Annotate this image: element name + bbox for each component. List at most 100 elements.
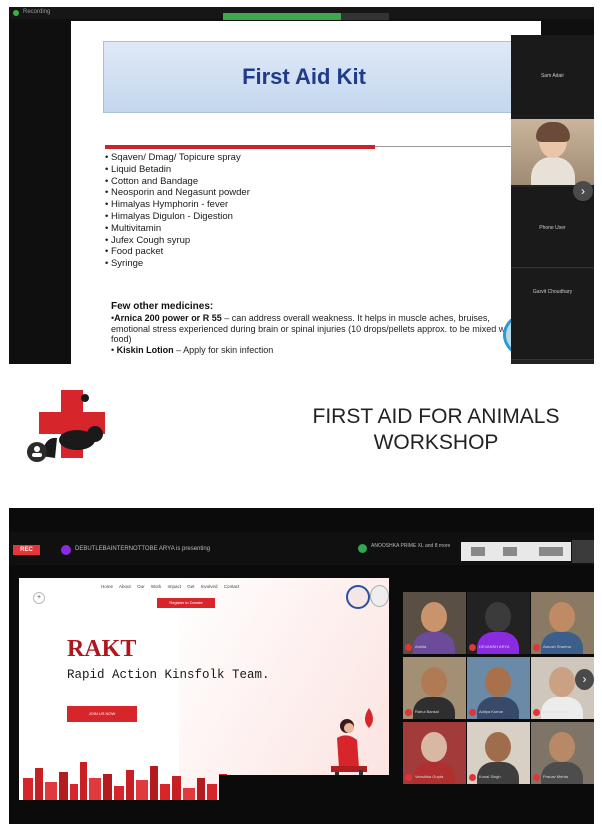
participant-tile[interactable]: Pranav Mehta (531, 722, 594, 784)
participant-tile[interactable]: Vanshika Gupta (403, 722, 466, 784)
participant-gallery: Ankita DEVANSH ARYA Aarush Sharma Rahul Ban… (403, 592, 594, 788)
participant-body (413, 697, 455, 719)
participant-name: Ishaan Verma (543, 709, 568, 714)
nav-link-get-involved[interactable]: Get Involved (187, 584, 217, 589)
participant-body (477, 697, 519, 719)
participant-face (485, 667, 511, 697)
participant-name: Vanshika Gupta (415, 774, 444, 779)
participant-tile[interactable]: DEVANSH ARYA (467, 592, 530, 654)
muted-mic-icon (469, 709, 476, 716)
shared-website: + Home About Our Work Impact Get Involve… (19, 578, 389, 800)
banner-title: FIRST AID FOR ANIMALS WORKSHOP (271, 404, 594, 456)
layout-icon[interactable] (471, 547, 485, 556)
nav-link-our-work[interactable]: Our Work (137, 584, 161, 589)
muted-mic-icon (405, 774, 412, 781)
nav-link-home[interactable]: Home (101, 584, 113, 589)
muted-mic-icon (533, 774, 540, 781)
participant-tile[interactable]: Garvit Choudhary (511, 269, 594, 360)
participant-name: Aarush Sharma (543, 644, 571, 649)
site-tagline: Rapid Action Kinsfolk Team. (67, 668, 270, 682)
recording-label: Recording (23, 9, 51, 15)
participant-body (477, 762, 519, 784)
participant-tile[interactable]: Ankita (403, 592, 466, 654)
first-aid-items-list: Sqaven/ Dmag/ Topicure spray Liquid Beta… (105, 152, 525, 270)
participant-video-tile[interactable] (511, 119, 594, 185)
partner-badge-icon (346, 585, 370, 609)
muted-mic-icon (405, 709, 412, 716)
view-options-icon[interactable] (539, 547, 563, 556)
medicine-description: – Apply for skin infection (173, 344, 274, 355)
nav-link-contact[interactable]: Contact (224, 584, 240, 589)
muted-mic-icon (533, 709, 540, 716)
muted-mic-icon (469, 644, 476, 651)
register-donate-button[interactable]: Register to Donate (157, 598, 215, 608)
participant-face (421, 732, 447, 762)
participant-face (549, 602, 575, 632)
list-item: Sqaven/ Dmag/ Topicure spray (105, 152, 525, 164)
workshop-banner: FIRST AID FOR ANIMALS WORKSHOP (9, 364, 594, 487)
screen-share-banner (223, 13, 341, 20)
view-toolbar (461, 542, 571, 561)
participant-face (421, 667, 447, 697)
slide-title: First Aid Kit (242, 64, 366, 89)
participant-face (549, 667, 575, 697)
medicine-name: Kiskin Lotion (116, 344, 174, 355)
participant-face (485, 602, 511, 632)
list-item: Jufex Cough syrup (105, 235, 525, 247)
occluding-black-block (219, 775, 389, 800)
participant-tile[interactable]: Sam Adair (511, 35, 594, 120)
participant-tile[interactable]: Aditya Kumar (467, 657, 530, 719)
participant-name: Rahul Bansal (415, 709, 439, 714)
participant-tile[interactable]: Kunal Singh (467, 722, 530, 784)
join-us-button[interactable]: JOIN US NOW (67, 706, 137, 722)
list-item: Multivitamin (105, 223, 525, 235)
participant-name: Kunal Singh (479, 774, 501, 779)
participant-name: Pranav Mehta (543, 774, 568, 779)
presentation-slide: First Aid Kit Sqaven/ Dmag/ Topicure spr… (71, 21, 541, 365)
participant-tile[interactable]: Aarush Sharma (531, 592, 594, 654)
medicine-name: Arnica 200 power or R 55 (114, 313, 222, 323)
participant-name: Aditya Kumar (479, 709, 504, 714)
next-page-chevron-icon[interactable]: › (575, 669, 594, 690)
muted-mic-icon (469, 774, 476, 781)
participant-face (549, 732, 575, 762)
participant-body (541, 632, 583, 654)
participant-name: Garvit Choudhary (532, 289, 573, 295)
list-item: Himalyas Hymphorin - fever (105, 199, 525, 211)
partner-seal-icon (370, 585, 389, 607)
participants-panel: Sam Adair Phone User Garvit Choudhary › (511, 35, 594, 365)
self-view-video[interactable] (572, 540, 594, 563)
list-item: Liquid Betadin (105, 164, 525, 176)
city-skyline-icon (23, 762, 227, 800)
list-item: Syringe (105, 258, 525, 270)
host-avatar-icon (358, 544, 367, 553)
recording-badge: REC (13, 545, 40, 555)
participant-name: Phone User (539, 225, 566, 231)
stop-share-button[interactable] (341, 13, 389, 20)
next-page-chevron-icon[interactable]: › (573, 181, 593, 201)
participant-name: DEVANSH ARYA (479, 644, 510, 649)
muted-mic-icon (405, 644, 412, 651)
slide-divider-red (105, 145, 375, 149)
site-navigation: Home About Our Work Impact Get Involved … (101, 584, 239, 589)
pin-icon[interactable] (503, 547, 517, 556)
list-item: Cotton and Bandage (105, 176, 525, 188)
medicine-entry: •Arnica 200 power or R 55 – can address … (111, 313, 515, 345)
host-status: ANOOSHKA PRIME XL and 8 more (371, 543, 451, 549)
participant-body (413, 762, 455, 784)
banner-title-line2: WORKSHOP (373, 431, 499, 454)
zoom-screenshot-bottom: REC DEBUTLEBAINTERNOTTOBE ARYA is presen… (9, 508, 594, 824)
participant-face (485, 732, 511, 762)
medicine-entry: • Kiskin Lotion – Apply for skin infecti… (111, 344, 274, 355)
other-medicines-text: •Arnica 200 power or R 55 – can address … (111, 313, 531, 355)
nav-link-about[interactable]: About (119, 584, 131, 589)
participant-name: Ankita (415, 644, 427, 649)
participant-body (531, 157, 575, 185)
participant-face (421, 602, 447, 632)
site-brand-title: RAKT (67, 636, 137, 662)
list-item: Neosporin and Negasunt powder (105, 187, 525, 199)
site-add-icon[interactable]: + (33, 592, 45, 604)
presenting-status: DEBUTLEBAINTERNOTTOBE ARYA is presenting (75, 546, 211, 552)
nav-link-impact[interactable]: Impact (168, 584, 182, 589)
participant-tile[interactable]: Rahul Bansal (403, 657, 466, 719)
